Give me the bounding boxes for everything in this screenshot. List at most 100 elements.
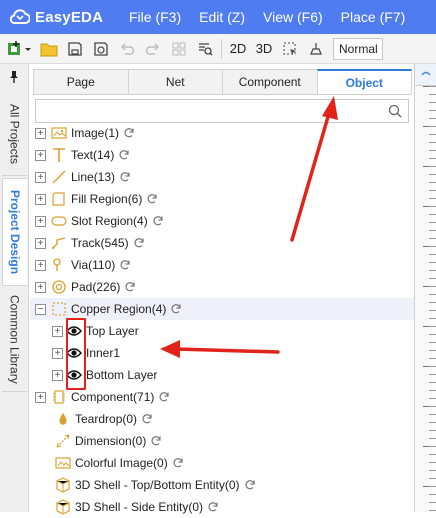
tree-item-text[interactable]: + Text(14) [30,144,414,166]
tree-item-dimension[interactable]: Dimension(0) [30,430,414,452]
tree-item-label: Teardrop(0) [75,412,138,426]
document-tab-icon [421,71,431,75]
tree-item-line[interactable]: + Line(13) [30,166,414,188]
pin-icon[interactable] [8,70,20,84]
line-icon [51,169,67,185]
save-button[interactable] [62,37,88,61]
expand-toggle[interactable]: + [35,281,46,293]
save-icon [68,41,82,56]
tree-child-bottom-layer[interactable]: + Bottom Layer [30,364,414,386]
undo-button[interactable] [114,37,140,61]
expand-toggle[interactable]: + [35,193,46,205]
refresh-icon[interactable] [133,237,145,249]
collapse-toggle[interactable]: − [35,303,46,315]
search-box [35,99,409,123]
tab-page[interactable]: Page [33,69,129,94]
refresh-icon[interactable] [119,171,131,183]
search-icon[interactable] [388,104,402,118]
tree-item-slot-region[interactable]: + Slot Region(4) [30,210,414,232]
tab-all-projects[interactable]: All Projects [2,94,27,176]
expand-toggle[interactable]: + [35,149,46,161]
redo-button[interactable] [140,37,166,61]
refresh-icon[interactable] [244,479,256,491]
refresh-icon[interactable] [152,215,164,227]
mode-select[interactable]: Normal [333,37,383,60]
pad-icon [51,279,67,295]
refresh-icon[interactable] [150,435,162,447]
clean-button[interactable] [303,37,329,61]
canvas-area[interactable] [414,64,436,512]
eye-icon[interactable] [66,347,82,359]
refresh-icon[interactable] [123,127,135,139]
refresh-icon[interactable] [172,457,184,469]
refresh-icon[interactable] [146,193,158,205]
refresh-icon[interactable] [207,501,219,513]
expand-toggle[interactable]: + [35,391,46,403]
menu-file[interactable]: File (F3) [120,9,190,25]
shell-icon [55,499,71,515]
menu-place[interactable]: Place (F7) [332,9,415,25]
track-icon [51,235,67,251]
tab-net[interactable]: Net [127,69,223,94]
open-folder-button[interactable] [36,37,62,61]
refresh-icon[interactable] [118,149,130,161]
tree-item-fill-region[interactable]: + Fill Region(6) [30,188,414,210]
grid-button[interactable] [166,37,192,61]
tree-item-via[interactable]: + Via(110) [30,254,414,276]
tree-child-top-layer[interactable]: + Top Layer [30,320,414,342]
save-as-button[interactable] [88,37,114,61]
tree-item-track[interactable]: + Track(545) [30,232,414,254]
refresh-icon[interactable] [124,281,136,293]
eye-icon[interactable] [66,369,82,381]
tab-component[interactable]: Component [222,69,318,94]
clean-icon [310,42,322,55]
app-logo[interactable]: EasyEDA [8,9,120,26]
tab-project-design[interactable]: Project Design [2,178,27,286]
tab-object[interactable]: Object [316,69,412,94]
menu-view[interactable]: View (F6) [254,9,332,25]
eye-icon[interactable] [66,325,82,337]
new-document-icon [8,40,31,55]
component-icon [51,389,67,405]
expand-toggle[interactable]: + [35,171,46,183]
refresh-icon[interactable] [170,303,182,315]
tree-item-component[interactable]: + Component(71) [30,386,414,408]
tree-item-copper-region[interactable]: − Copper Region(4) [30,298,414,320]
refresh-icon[interactable] [119,259,131,271]
tree-item-label: Text(14) [71,148,115,162]
new-document-button[interactable] [4,37,36,61]
search-input[interactable] [36,100,376,122]
expand-toggle[interactable]: + [52,325,63,337]
expand-toggle[interactable]: + [35,237,46,249]
tree-item-teardrop[interactable]: Teardrop(0) [30,408,414,430]
expand-toggle[interactable]: + [52,369,63,381]
select-area-button[interactable] [277,37,303,61]
tab-common-library[interactable]: Common Library [2,288,27,392]
expand-toggle[interactable]: + [35,259,46,271]
canvas-tab[interactable] [415,64,436,86]
panel-tabs: Page Net Component Object [33,69,412,95]
view-2d-button[interactable]: 2D [225,37,251,61]
tree-item-3d-shell-side[interactable]: 3D Shell - Side Entity(0) [30,496,414,518]
tree-item-pad[interactable]: + Pad(226) [30,276,414,298]
image-icon [51,125,67,141]
expand-toggle[interactable]: + [52,347,63,359]
expand-toggle[interactable]: + [35,215,46,227]
menu-edit[interactable]: Edit (Z) [190,9,254,25]
tree-child-inner1[interactable]: + Inner1 [30,342,414,364]
refresh-icon[interactable] [158,391,170,403]
tree-item-label: Colorful Image(0) [75,456,168,470]
tree-item-label: Dimension(0) [75,434,147,448]
tree-item-label: Component(71) [71,390,155,404]
tree-child-label: Top Layer [86,324,139,338]
refresh-icon[interactable] [141,413,153,425]
view-3d-button[interactable]: 3D [251,37,277,61]
find-button[interactable] [192,37,218,61]
tree-item-3d-shell-top-bottom[interactable]: 3D Shell - Top/Bottom Entity(0) [30,474,414,496]
tree-item-colorful-image[interactable]: Colorful Image(0) [30,452,414,474]
tree-item-image[interactable]: + Image(1) [30,122,414,144]
expand-toggle[interactable]: + [35,127,46,139]
title-bar: EasyEDA File (F3) Edit (Z) View (F6) Pla… [0,0,436,34]
app-name: EasyEDA [35,8,104,26]
tree-item-label: Fill Region(6) [71,192,143,206]
